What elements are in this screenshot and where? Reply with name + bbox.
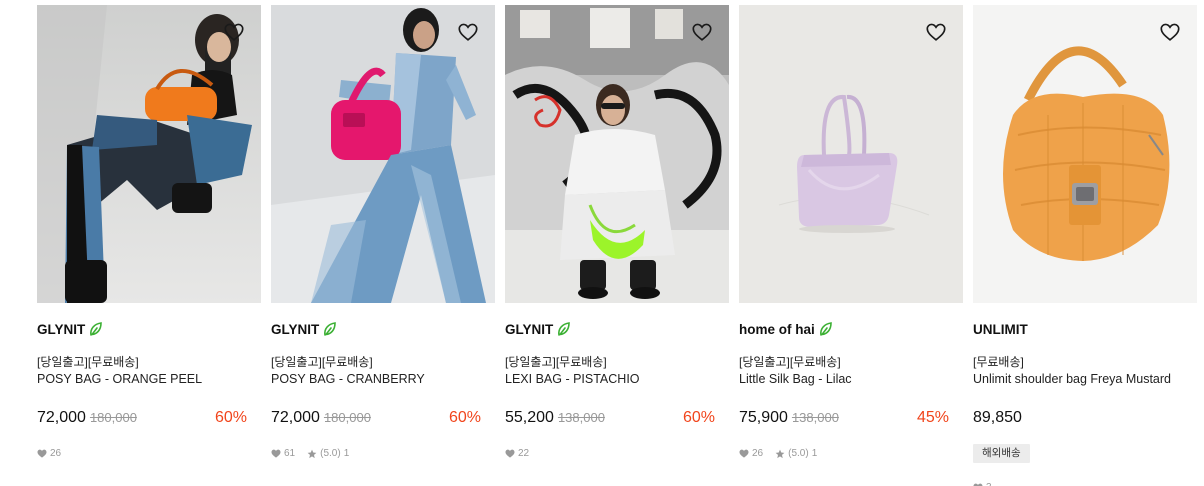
brand-name[interactable]: GLYNIT bbox=[271, 322, 337, 337]
product-tags: [당일출고][무료배송] bbox=[505, 355, 607, 369]
heart-filled-icon bbox=[271, 449, 281, 458]
heart-outline-icon[interactable] bbox=[691, 21, 713, 43]
heart-outline-icon[interactable] bbox=[457, 21, 479, 43]
product-card[interactable]: UNLIMIT [무료배송] Unlimit shoulder bag Frey… bbox=[973, 5, 1197, 486]
leaf-icon bbox=[90, 322, 103, 336]
product-stats: 26 bbox=[37, 448, 61, 459]
product-name[interactable]: Unlimit shoulder bag Freya Mustard bbox=[973, 372, 1171, 386]
original-price: 180,000 bbox=[323, 410, 371, 425]
brand-label[interactable]: GLYNIT bbox=[37, 322, 85, 337]
brand-name[interactable]: home of hai bbox=[739, 322, 832, 337]
product-stats: 61 (5.0) 1 bbox=[271, 448, 349, 459]
heart-outline-icon[interactable] bbox=[925, 21, 947, 43]
product-tags: [당일출고][무료배송] bbox=[37, 355, 139, 369]
brand-name[interactable]: UNLIMIT bbox=[973, 322, 1028, 337]
sale-price: 89,850 bbox=[973, 409, 1022, 426]
product-card[interactable]: home of hai [당일출고][무료배송] Little Silk Bag… bbox=[739, 5, 963, 486]
like-count: 26 bbox=[50, 448, 62, 459]
price: 55,200 138,000 bbox=[505, 409, 605, 427]
product-card[interactable]: GLYNIT [당일출고][무료배송] POSY BAG - ORANGE PE… bbox=[37, 5, 261, 486]
sale-price: 72,000 bbox=[271, 409, 320, 426]
heart-filled-icon bbox=[505, 449, 515, 458]
brand-name[interactable]: GLYNIT bbox=[37, 322, 103, 337]
product-tags: [당일출고][무료배송] bbox=[271, 355, 373, 369]
product-stats: 22 bbox=[505, 448, 529, 459]
review-count: 1 bbox=[343, 448, 350, 459]
rating: (5.0) bbox=[320, 448, 341, 459]
product-image[interactable] bbox=[271, 5, 495, 303]
product-tags: [당일출고][무료배송] bbox=[739, 355, 841, 369]
rating: (5.0) bbox=[788, 448, 809, 459]
price: 72,000 180,000 bbox=[271, 409, 371, 427]
brand-label[interactable]: GLYNIT bbox=[271, 322, 319, 337]
like-count: 61 bbox=[284, 448, 296, 459]
price: 89,850 bbox=[973, 409, 1022, 427]
price: 75,900 138,000 bbox=[739, 409, 839, 427]
product-stats: 3 bbox=[973, 482, 992, 486]
product-tags: [무료배송] bbox=[973, 355, 1024, 369]
like-count: 3 bbox=[986, 482, 992, 486]
leaf-icon bbox=[819, 322, 832, 336]
product-card[interactable]: GLYNIT [당일출고][무료배송] LEXI BAG - PISTACHIO… bbox=[505, 5, 729, 486]
like-count: 26 bbox=[752, 448, 764, 459]
star-icon bbox=[775, 449, 785, 458]
product-image[interactable] bbox=[739, 5, 963, 303]
sale-price: 55,200 bbox=[505, 409, 554, 426]
leaf-icon bbox=[324, 322, 337, 336]
product-image[interactable] bbox=[505, 5, 729, 303]
like-count: 22 bbox=[518, 448, 530, 459]
product-name[interactable]: POSY BAG - CRANBERRY bbox=[271, 372, 425, 386]
leaf-icon bbox=[558, 322, 571, 336]
discount-rate: 60% bbox=[214, 409, 247, 426]
sale-price: 72,000 bbox=[37, 409, 86, 426]
product-image[interactable] bbox=[37, 5, 261, 303]
discount-rate: 45% bbox=[916, 409, 949, 426]
brand-name[interactable]: GLYNIT bbox=[505, 322, 571, 337]
overseas-shipping-badge: 해외배송 bbox=[973, 444, 1030, 463]
heart-filled-icon bbox=[739, 449, 749, 458]
product-grid: GLYNIT [당일출고][무료배송] POSY BAG - ORANGE PE… bbox=[37, 5, 1204, 486]
original-price: 138,000 bbox=[557, 410, 605, 425]
heart-outline-icon[interactable] bbox=[223, 21, 245, 43]
product-name[interactable]: POSY BAG - ORANGE PEEL bbox=[37, 372, 202, 386]
product-name[interactable]: Little Silk Bag - Lilac bbox=[739, 372, 852, 386]
brand-label[interactable]: UNLIMIT bbox=[973, 322, 1028, 337]
original-price: 138,000 bbox=[791, 410, 839, 425]
product-name[interactable]: LEXI BAG - PISTACHIO bbox=[505, 372, 640, 386]
product-image[interactable] bbox=[973, 5, 1197, 303]
sale-price: 75,900 bbox=[739, 409, 788, 426]
discount-rate: 60% bbox=[682, 409, 715, 426]
brand-label[interactable]: GLYNIT bbox=[505, 322, 553, 337]
product-stats: 26 (5.0) 1 bbox=[739, 448, 817, 459]
product-card[interactable]: GLYNIT [당일출고][무료배송] POSY BAG - CRANBERRY… bbox=[271, 5, 495, 486]
heart-outline-icon[interactable] bbox=[1159, 21, 1181, 43]
discount-rate: 60% bbox=[448, 409, 481, 426]
original-price: 180,000 bbox=[89, 410, 137, 425]
price: 72,000 180,000 bbox=[37, 409, 137, 427]
heart-filled-icon bbox=[37, 449, 47, 458]
brand-label[interactable]: home of hai bbox=[739, 322, 815, 337]
star-icon bbox=[307, 449, 317, 458]
review-count: 1 bbox=[811, 448, 818, 459]
